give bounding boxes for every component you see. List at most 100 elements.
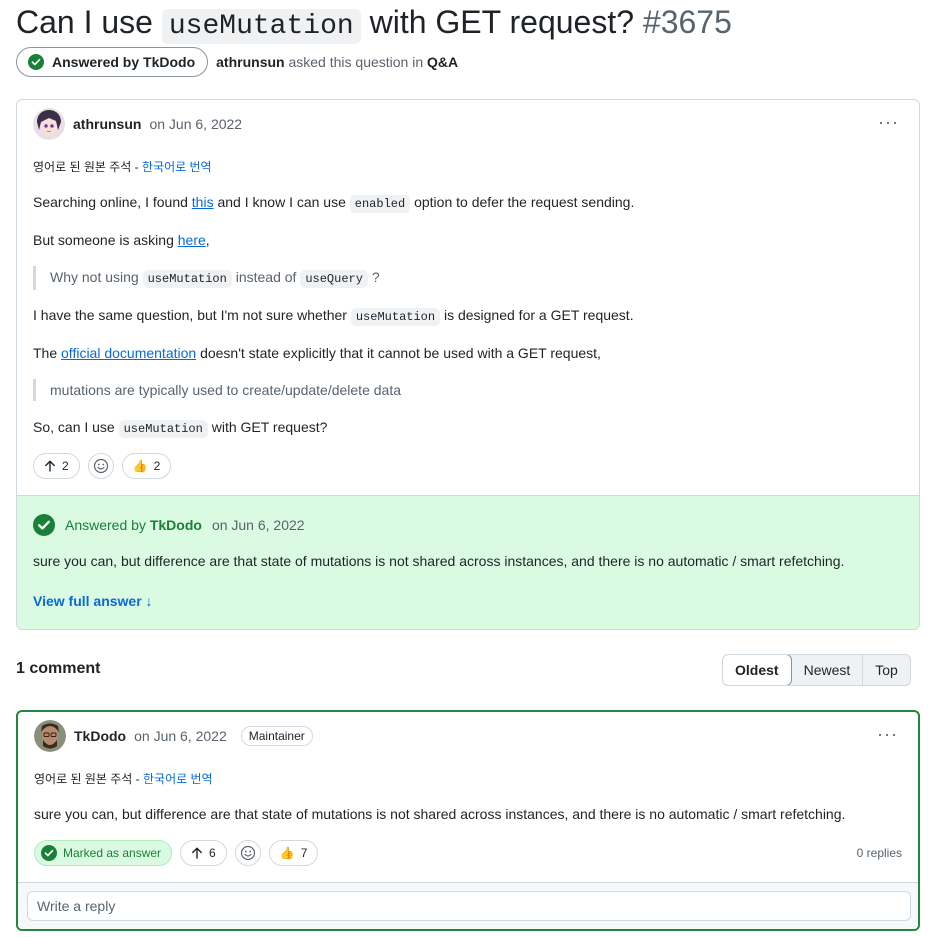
translate-link[interactable]: 한국어로 번역	[142, 160, 212, 174]
comment-sort-group: Oldest Newest Top	[722, 654, 911, 686]
question-header: athrunsun on Jun 6, 2022	[33, 108, 242, 140]
comment-count: 1 comment	[16, 660, 101, 677]
check-circle-icon	[28, 54, 44, 70]
marked-as-answer-badge[interactable]: Marked as answer	[34, 840, 173, 866]
inline-code: useQuery	[300, 270, 368, 288]
comment-header: TkDodo on Jun 6, 2022 Maintainer	[34, 720, 313, 752]
title-text-1: Can I use	[16, 4, 162, 40]
answered-by-text: Answered by	[65, 517, 150, 533]
blockquote-2: mutations are typically used to create/u…	[33, 379, 401, 401]
arrow-up-icon	[192, 847, 202, 859]
blockquote-1: Why not using useMutation instead of use…	[33, 266, 380, 290]
question-reactions: 2 👍 2	[33, 453, 172, 479]
thumbs-up-count: 7	[300, 846, 308, 860]
p4-text-b: doesn't state explicitly that it cannot …	[196, 345, 601, 361]
title-code: useMutation	[161, 9, 361, 44]
answer-header: Answered by TkDodo on Jun 6, 2022	[33, 514, 305, 536]
selected-answer-panel: Answered by TkDodo on Jun 6, 2022 sure y…	[17, 495, 919, 629]
athrunsun-avatar-icon	[33, 108, 65, 140]
p1-text-a: Searching online, I found	[33, 194, 192, 210]
thumbs-up-count: 2	[153, 459, 161, 473]
meta-text: athrunsun asked this question in Q&A	[216, 54, 458, 70]
translate-link[interactable]: 한국어로 번역	[143, 772, 213, 786]
question-paragraph-5: So, can I use useMutation with GET reque…	[33, 417, 327, 439]
comment-author[interactable]: TkDodo	[74, 728, 126, 744]
view-full-answer-link[interactable]: View full answer ↓	[33, 593, 153, 609]
question-kebab-icon[interactable]: ···	[878, 113, 899, 131]
p1-text-c: option to defer the request sending.	[410, 194, 635, 210]
question-paragraph-1: Searching online, I found this and I kno…	[33, 192, 634, 214]
q1-text-b: instead of	[231, 269, 301, 285]
add-reaction-button[interactable]	[87, 453, 114, 479]
sort-top-button[interactable]: Top	[863, 655, 910, 685]
discussion-meta: Answered by TkDodo athrunsun asked this …	[16, 47, 458, 77]
translation-note-text: 영어로 된 원본 주석 -	[33, 160, 142, 174]
p4-text-a: The	[33, 345, 62, 361]
tkdodo-avatar-icon	[34, 720, 66, 752]
thumbs-up-reaction[interactable]: 👍 2	[121, 453, 172, 479]
thumbs-up-reaction[interactable]: 👍 7	[268, 840, 319, 866]
p2-text-b: ,	[205, 232, 210, 248]
marked-as-answer-label: Marked as answer	[63, 846, 162, 860]
p1-text-b: and I know I can use	[213, 194, 350, 210]
inline-code: useMutation	[118, 420, 208, 438]
comment-card: TkDodo on Jun 6, 2022 Maintainer ··· 영어로…	[16, 710, 920, 931]
question-card: athrunsun on Jun 6, 2022 ··· 영어로 된 원본 주석…	[16, 99, 920, 630]
discussion-title: Can I use useMutation with GET request? …	[16, 2, 732, 47]
thumbs-up-icon: 👍	[132, 459, 148, 473]
category-link[interactable]: Q&A	[427, 54, 458, 70]
upvote-count: 2	[62, 459, 69, 473]
avatar[interactable]	[33, 108, 65, 140]
question-author[interactable]: athrunsun	[73, 116, 141, 132]
question-paragraph-4: The official documentation doesn't state…	[33, 343, 601, 363]
comment-date[interactable]: on Jun 6, 2022	[134, 728, 227, 744]
q1-text-c: ?	[367, 269, 380, 285]
p5-text-a: So, can I use	[33, 419, 119, 435]
upvote-button[interactable]: 6	[180, 840, 227, 866]
p3-text-b: is designed for a GET request.	[440, 307, 634, 323]
title-text-2: with GET request?	[360, 4, 635, 40]
p5-text-b: with GET request?	[207, 419, 328, 435]
this-link[interactable]: this	[192, 194, 214, 210]
upvote-count: 6	[209, 846, 216, 860]
p2-text-a: But someone is asking	[33, 232, 178, 248]
sort-newest-button[interactable]: Newest	[792, 655, 864, 685]
replies-count: 0 replies	[856, 846, 902, 860]
translation-note: 영어로 된 원본 주석 - 한국어로 번역	[33, 158, 212, 175]
avatar[interactable]	[34, 720, 66, 752]
discussion-number: #3675	[642, 4, 732, 40]
question-date[interactable]: on Jun 6, 2022	[149, 116, 242, 132]
question-paragraph-3: I have the same question, but I'm not su…	[33, 305, 634, 327]
check-circle-icon	[41, 845, 57, 861]
asker-link[interactable]: athrunsun	[216, 54, 284, 70]
smiley-icon	[240, 845, 255, 861]
q1-text-a: Why not using	[50, 269, 143, 285]
answered-pill-label: Answered by TkDodo	[52, 54, 196, 70]
translation-note-text: 영어로 된 원본 주석 -	[34, 772, 143, 786]
answered-by-label: Answered by TkDodo	[65, 517, 202, 533]
translation-note: 영어로 된 원본 주석 - 한국어로 번역	[34, 770, 213, 787]
inline-code: enabled	[349, 195, 411, 213]
question-paragraph-2: But someone is asking here,	[33, 230, 210, 250]
inline-code: useMutation	[142, 270, 232, 288]
p3-text-a: I have the same question, but I'm not su…	[33, 307, 351, 323]
smiley-icon	[93, 458, 108, 474]
answer-date[interactable]: on Jun 6, 2022	[212, 517, 305, 533]
add-reaction-button[interactable]	[234, 840, 261, 866]
sort-oldest-button[interactable]: Oldest	[722, 655, 792, 685]
inline-code: useMutation	[350, 308, 441, 326]
check-circle-icon	[33, 514, 55, 536]
comment-reactions: Marked as answer 6 👍 7	[34, 840, 319, 866]
answered-status-pill[interactable]: Answered by TkDodo	[16, 47, 209, 77]
answer-excerpt: sure you can, but difference are that st…	[33, 553, 845, 569]
maintainer-badge: Maintainer	[240, 726, 313, 746]
reply-bar: Write a reply	[18, 882, 918, 929]
reply-input[interactable]: Write a reply	[27, 891, 911, 921]
comment-body: sure you can, but difference are that st…	[34, 806, 846, 822]
here-link[interactable]: here	[178, 232, 206, 248]
comment-kebab-icon[interactable]: ···	[877, 725, 898, 743]
official-docs-link[interactable]: official documentation	[61, 345, 196, 361]
upvote-button[interactable]: 2	[33, 453, 80, 479]
answerer-link[interactable]: TkDodo	[150, 517, 202, 533]
asked-text: asked this question in	[288, 54, 424, 70]
